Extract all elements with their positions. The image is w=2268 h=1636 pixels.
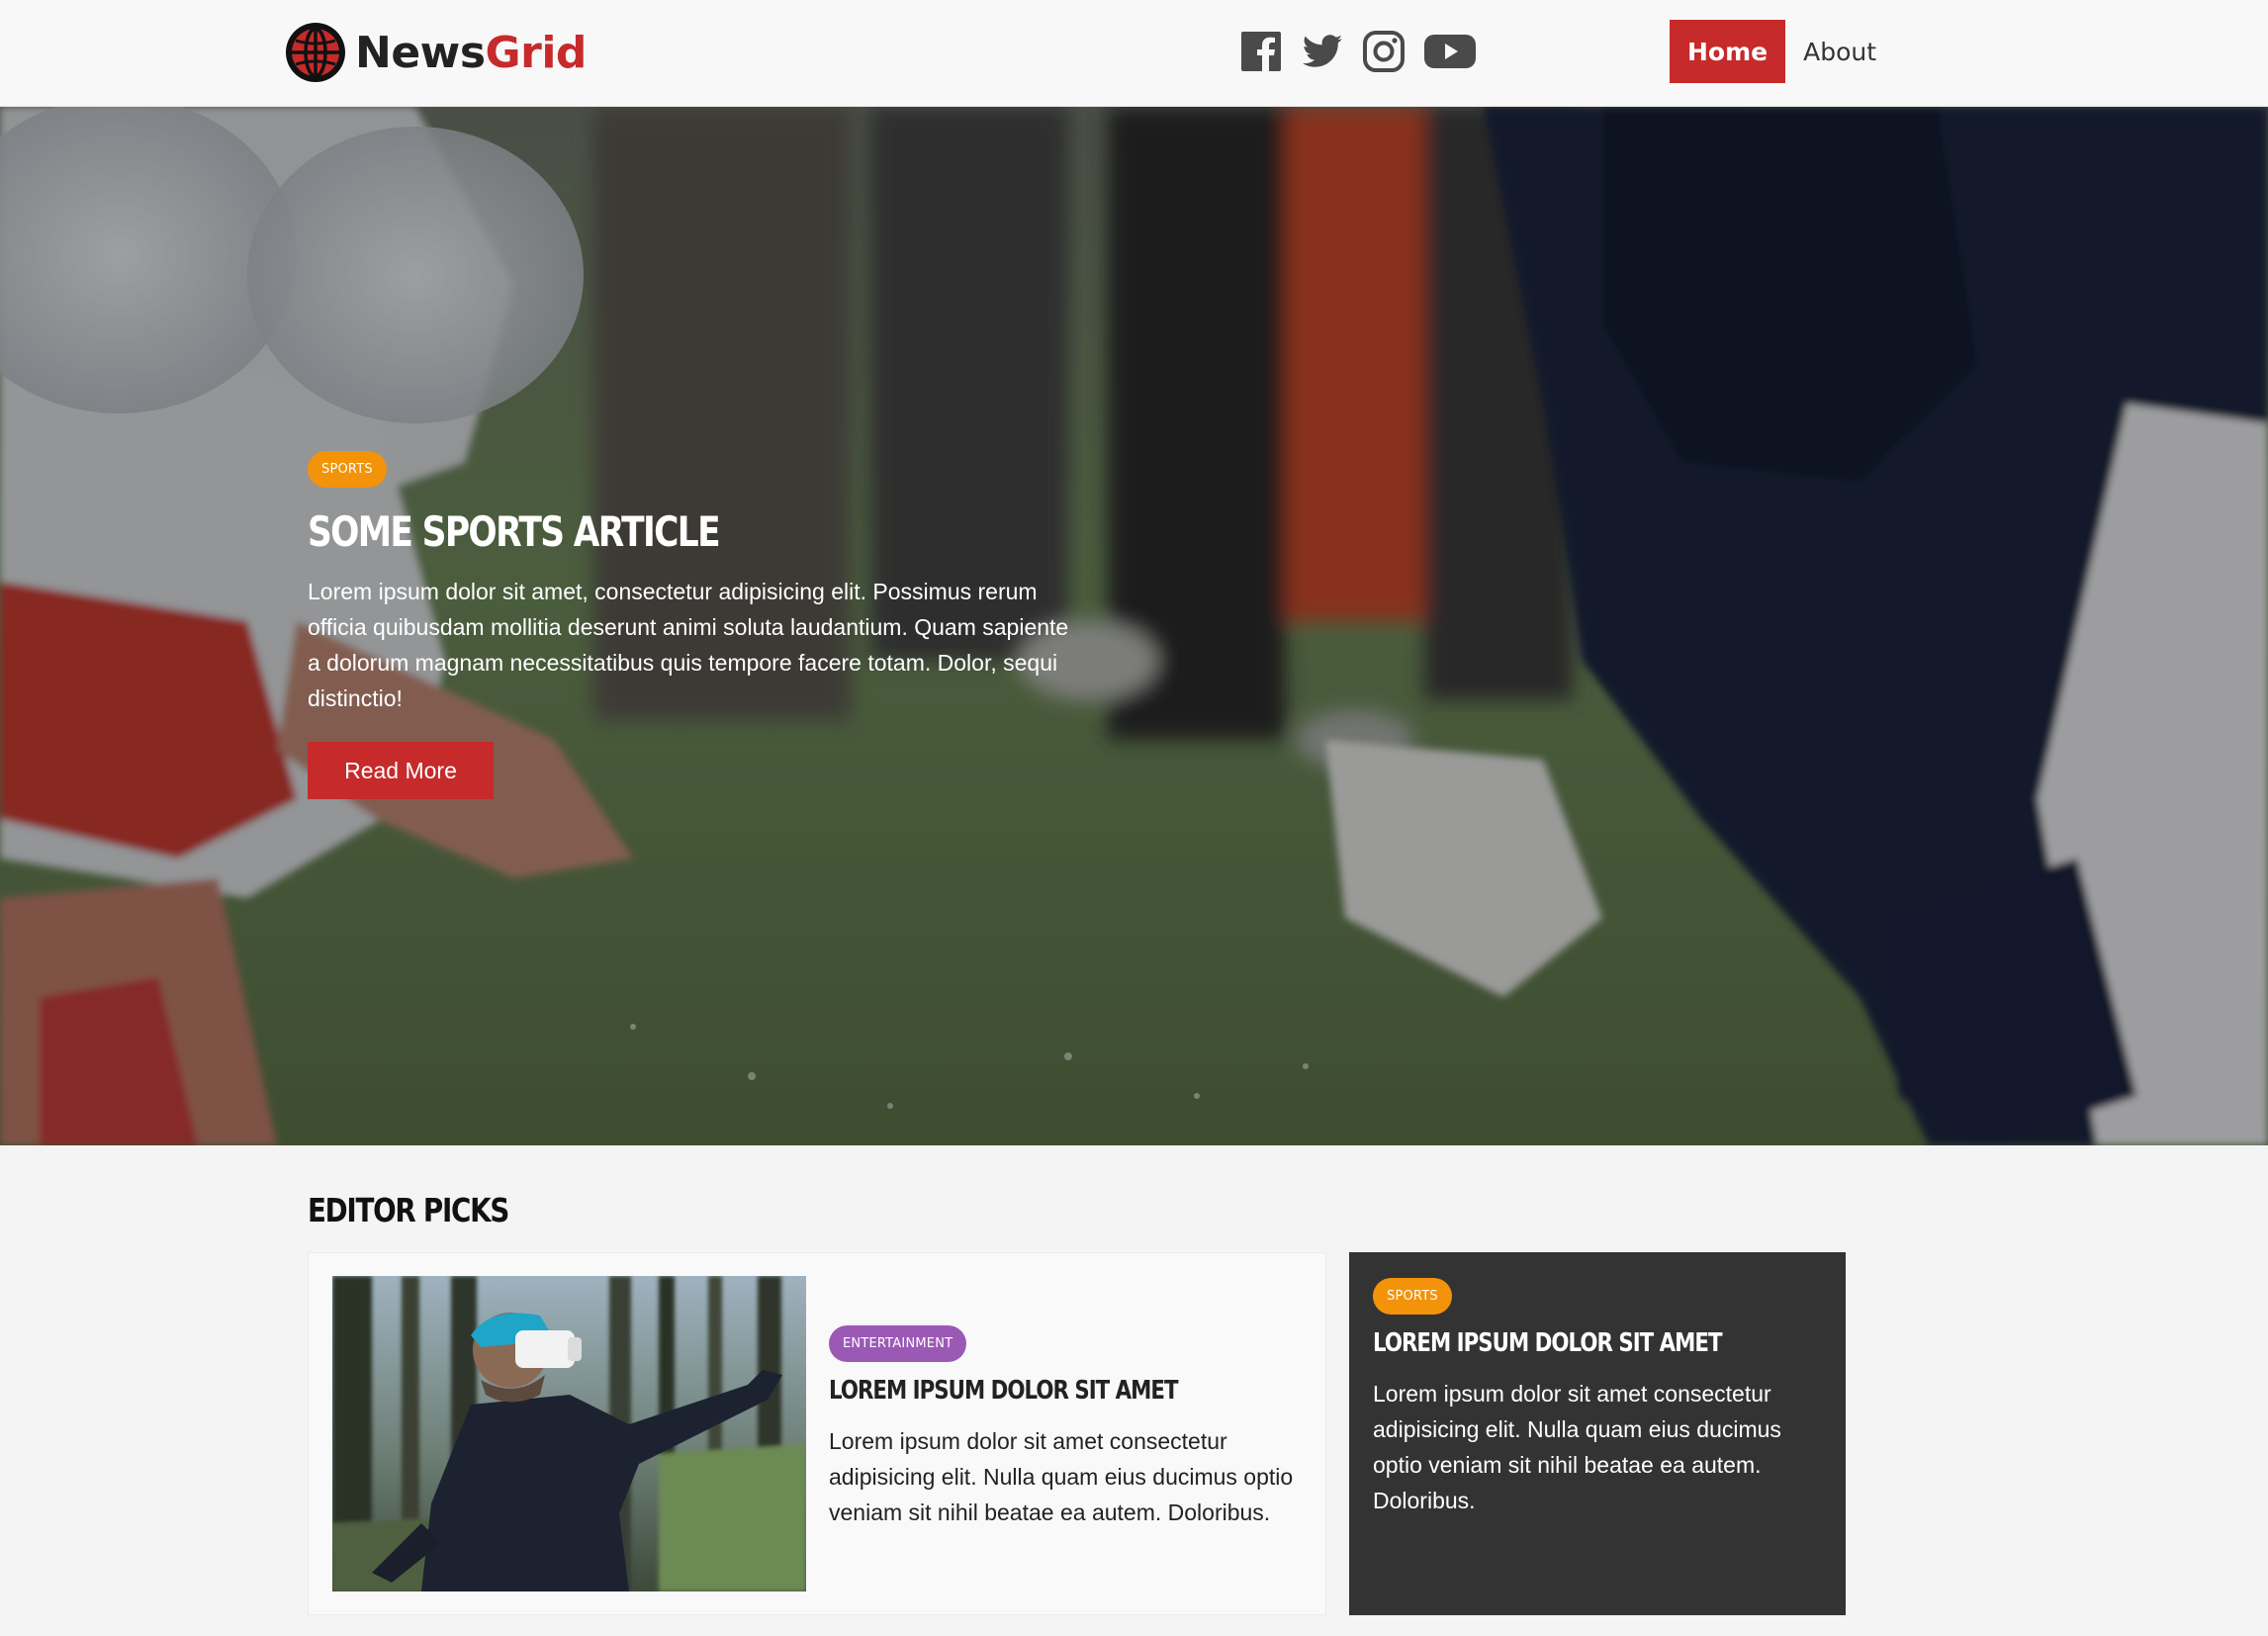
- brand-name-part1: News: [355, 27, 486, 78]
- social-links: [1239, 28, 1477, 75]
- hero-content: Sports Some Sports Article Lorem ipsum d…: [308, 451, 1079, 799]
- editor-pick-card-sports[interactable]: Sports Lorem ipsum dolor sit amet Lorem …: [1349, 1252, 1846, 1615]
- card-excerpt: Lorem ipsum dolor sit amet consectetur a…: [1373, 1381, 1781, 1513]
- sports-badge[interactable]: Sports: [1373, 1278, 1452, 1315]
- nav-home-link[interactable]: Home: [1670, 20, 1786, 83]
- editor-pick-card-body: Sports Lorem ipsum dolor sit amet Lorem …: [1373, 1278, 1823, 1518]
- brand-name: NewsGrid: [355, 28, 587, 78]
- entertainment-badge[interactable]: Entertainment: [829, 1325, 967, 1362]
- editor-pick-card-entertainment[interactable]: Entertainment Lorem ipsum dolor sit amet…: [308, 1252, 1326, 1615]
- youtube-icon[interactable]: [1423, 30, 1477, 73]
- hero-category-badge[interactable]: Sports: [308, 451, 387, 488]
- twitter-icon[interactable]: [1301, 30, 1344, 73]
- hero-section: Sports Some Sports Article Lorem ipsum d…: [0, 107, 2268, 1145]
- main-nav: Home About: [1670, 20, 1894, 83]
- navbar: NewsGrid Home About: [0, 0, 2268, 107]
- nav-about-link[interactable]: About: [1785, 20, 1894, 83]
- card-title[interactable]: Lorem ipsum dolor sit amet: [829, 1376, 1219, 1406]
- facebook-icon[interactable]: [1239, 30, 1283, 73]
- globe-icon: [286, 23, 345, 82]
- brand-logo[interactable]: NewsGrid: [284, 20, 587, 85]
- card-excerpt: Lorem ipsum dolor sit amet consectetur a…: [829, 1428, 1294, 1525]
- editor-pick-card-body: Entertainment Lorem ipsum dolor sit amet…: [829, 1325, 1304, 1530]
- brand-name-part2: Grid: [485, 27, 588, 78]
- hero-excerpt: Lorem ipsum dolor sit amet, consectetur …: [308, 579, 1069, 711]
- editor-picks-heading: Editor Picks: [308, 1191, 509, 1229]
- instagram-icon[interactable]: [1362, 30, 1406, 73]
- read-more-button[interactable]: Read More: [308, 742, 494, 799]
- hero-title: Some Sports Article: [308, 507, 721, 556]
- card-title[interactable]: Lorem ipsum dolor sit amet: [1373, 1328, 1742, 1358]
- vr-article-image[interactable]: [332, 1276, 806, 1591]
